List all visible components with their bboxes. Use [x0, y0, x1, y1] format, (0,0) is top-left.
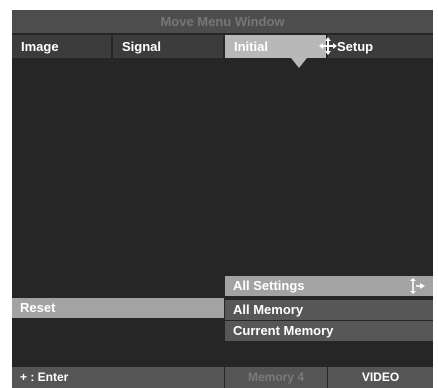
tab-setup[interactable]: Setup: [328, 35, 433, 58]
window-title: Move Menu Window: [160, 14, 285, 29]
enter-hint: + : Enter: [12, 367, 224, 388]
title-bar[interactable]: Move Menu Window: [12, 10, 433, 33]
input-source-indicator: VIDEO: [328, 367, 433, 388]
up-down-right-arrow-icon: [410, 278, 425, 294]
status-bar: + : Enter Memory 4 VIDEO: [12, 367, 433, 388]
tab-signal[interactable]: Signal: [113, 35, 223, 58]
memory-indicator: Memory 4: [225, 367, 327, 388]
menu-item-reset[interactable]: Reset: [12, 298, 224, 318]
option-current-memory[interactable]: Current Memory: [225, 321, 433, 341]
move-arrows-icon[interactable]: [318, 36, 338, 56]
active-tab-pointer: [291, 58, 307, 68]
tab-image[interactable]: Image: [12, 35, 111, 58]
option-all-memory[interactable]: All Memory: [225, 300, 433, 320]
option-all-settings[interactable]: All Settings: [225, 276, 433, 296]
tab-initial[interactable]: Initial: [225, 35, 326, 58]
tab-bar: Image Signal Initial Setup: [12, 35, 433, 58]
menu-window: Move Menu Window Image Signal Initial Se…: [12, 10, 433, 388]
